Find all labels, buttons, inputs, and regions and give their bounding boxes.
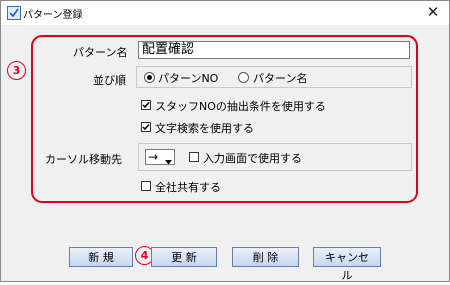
close-button[interactable]: ✕ bbox=[423, 3, 443, 21]
input-screen-label: 入力画面で使用する bbox=[203, 152, 302, 165]
update-button[interactable]: 更 新 bbox=[151, 247, 217, 267]
cursor-move-label: カーソル移動先 bbox=[45, 153, 122, 166]
pattern-name-label: パターン名 bbox=[73, 46, 128, 59]
sort-option-pattern-name[interactable]: パターン名 bbox=[253, 70, 307, 86]
staff-no-label: スタッフNOの抽出条件を使用する bbox=[155, 100, 326, 113]
share-all-checkbox[interactable] bbox=[141, 181, 151, 191]
new-button[interactable]: 新 規 bbox=[69, 247, 133, 267]
sort-option-pattern-no[interactable]: パターンNO bbox=[158, 70, 218, 86]
cursor-move-select[interactable]: → bbox=[145, 149, 175, 165]
chevron-down-icon bbox=[165, 155, 172, 168]
text-search-label: 文字検索を使用する bbox=[155, 122, 254, 135]
section-marker: 3 bbox=[7, 61, 26, 80]
share-all-label: 全社共有する bbox=[155, 181, 221, 194]
delete-button[interactable]: 削 除 bbox=[232, 247, 299, 267]
cancel-button[interactable]: キャンセル bbox=[313, 247, 381, 282]
pattern-name-input[interactable]: 配置確認 bbox=[138, 41, 410, 59]
cursor-move-value: → bbox=[148, 150, 159, 164]
staff-no-checkbox[interactable] bbox=[141, 100, 151, 110]
input-screen-checkbox[interactable] bbox=[189, 152, 199, 162]
sort-order-group: パターンNO パターン名 bbox=[136, 66, 412, 88]
window-title: パターン登録 bbox=[23, 10, 83, 21]
sort-order-label: 並び順 bbox=[93, 74, 126, 87]
app-icon bbox=[7, 6, 21, 20]
sort-radio-pattern-no[interactable] bbox=[144, 72, 155, 83]
title-bar: パターン登録 ✕ bbox=[1, 1, 449, 25]
highlight-frame bbox=[31, 35, 418, 203]
dialog-window: パターン登録 ✕ 3 パターン名 配置確認 並び順 パターンNO パターン名 ス… bbox=[0, 0, 450, 282]
sort-radio-pattern-name[interactable] bbox=[238, 72, 249, 83]
text-search-checkbox[interactable] bbox=[141, 122, 151, 132]
